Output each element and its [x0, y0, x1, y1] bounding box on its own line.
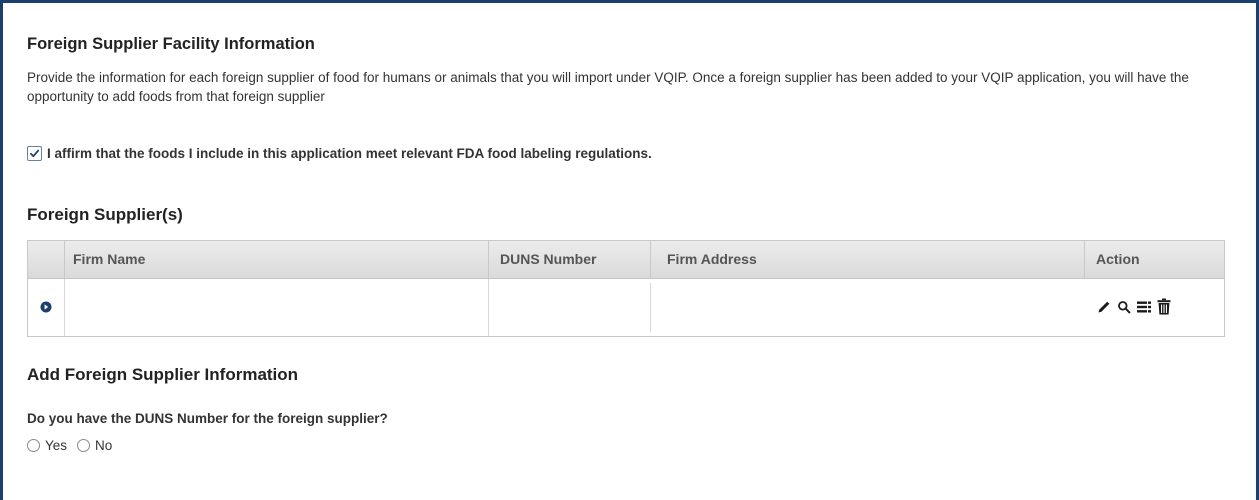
radio-no[interactable] — [77, 439, 91, 452]
trash-icon[interactable] — [1157, 298, 1171, 315]
radio-yes[interactable] — [27, 439, 40, 452]
column-header-firm-name[interactable]: Firm Name — [73, 241, 145, 278]
radio-option-no[interactable]: No — [77, 438, 112, 453]
cell-divider — [64, 279, 65, 336]
duns-radio-group: Yes No — [27, 438, 122, 453]
column-divider — [64, 241, 65, 278]
checkmark-icon — [30, 149, 40, 158]
facility-section-title: Foreign Supplier Facility Information — [27, 35, 315, 53]
list-icon[interactable] — [1136, 300, 1152, 314]
suppliers-table: Firm Name DUNS Number Firm Address Actio… — [27, 240, 1225, 337]
cell-divider — [650, 283, 651, 332]
affirm-row: I affirm that the foods I include in thi… — [27, 146, 652, 161]
column-divider — [1084, 241, 1085, 278]
suppliers-section-title: Foreign Supplier(s) — [27, 205, 183, 224]
radio-option-yes[interactable]: Yes — [27, 438, 67, 453]
table-header: Firm Name DUNS Number Firm Address Actio… — [28, 241, 1224, 279]
add-supplier-title: Add Foreign Supplier Information — [27, 365, 299, 384]
search-icon[interactable] — [1117, 300, 1131, 314]
column-header-duns-number[interactable]: DUNS Number — [500, 241, 596, 278]
row-actions — [1096, 298, 1171, 315]
radio-yes-label: Yes — [45, 438, 68, 453]
duns-question: Do you have the DUNS Number for the fore… — [27, 411, 388, 426]
radio-no-label: No — [95, 438, 113, 453]
facility-description: Provide the information for each foreign… — [27, 70, 1189, 104]
column-header-action: Action — [1096, 251, 1140, 267]
column-header-firm-address[interactable]: Firm Address — [667, 241, 757, 278]
affirm-checkbox[interactable] — [27, 146, 42, 161]
column-divider — [488, 241, 489, 278]
cell-divider — [488, 279, 489, 336]
table-row[interactable] — [28, 279, 1224, 336]
edit-icon[interactable] — [1096, 299, 1112, 315]
affirm-label: I affirm that the foods I include in thi… — [47, 146, 652, 161]
column-divider — [650, 241, 651, 278]
expand-row-icon[interactable] — [40, 301, 52, 313]
